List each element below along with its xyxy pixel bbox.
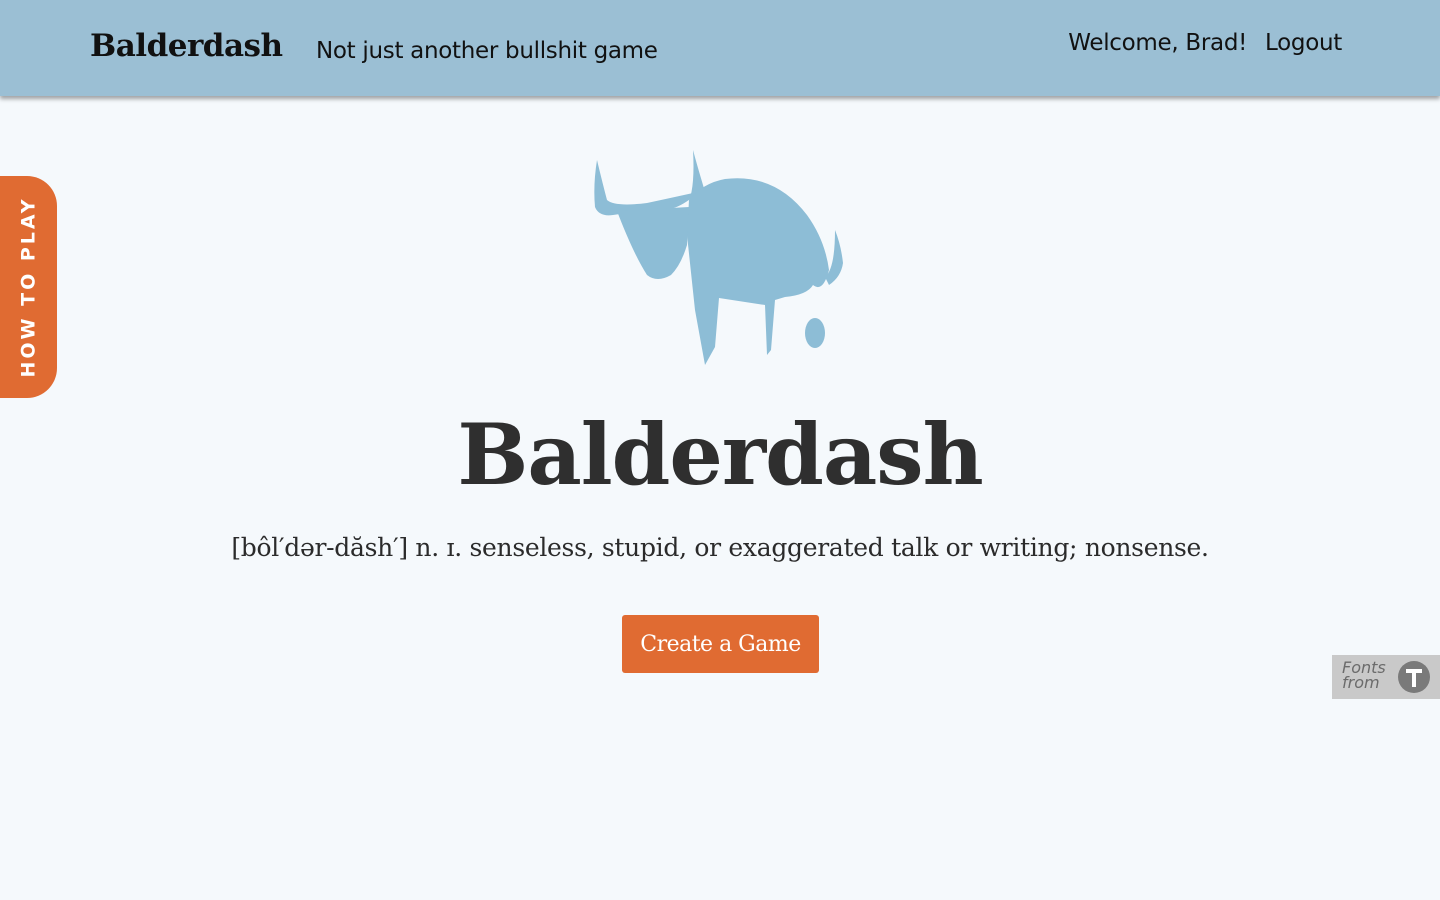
definition-text: [bôl′dər-dăsh′] n. ɪ. senseless, stupid,…	[231, 533, 1209, 562]
how-to-play-label: HOW TO PLAY	[17, 196, 40, 378]
how-to-play-tab[interactable]: HOW TO PLAY	[0, 176, 57, 398]
fonts-text-line2: from	[1342, 673, 1380, 692]
hero-title: Balderdash	[457, 405, 983, 504]
brand-logo-text[interactable]: Balderdash	[90, 28, 283, 64]
fonts-from-text: Fonts from	[1342, 660, 1394, 692]
typekit-icon	[1398, 661, 1430, 693]
tagline: Not just another bullshit game	[316, 38, 658, 64]
welcome-text: Welcome, Brad!	[1068, 30, 1248, 56]
logout-link[interactable]: Logout	[1265, 30, 1342, 56]
create-game-button[interactable]: Create a Game	[622, 615, 819, 673]
fonts-from-badge[interactable]: Fonts from	[1332, 655, 1440, 699]
top-navbar: Balderdash Not just another bullshit gam…	[0, 0, 1440, 96]
bull-icon	[594, 150, 843, 365]
user-nav: Welcome, Brad! Logout	[1068, 30, 1342, 56]
